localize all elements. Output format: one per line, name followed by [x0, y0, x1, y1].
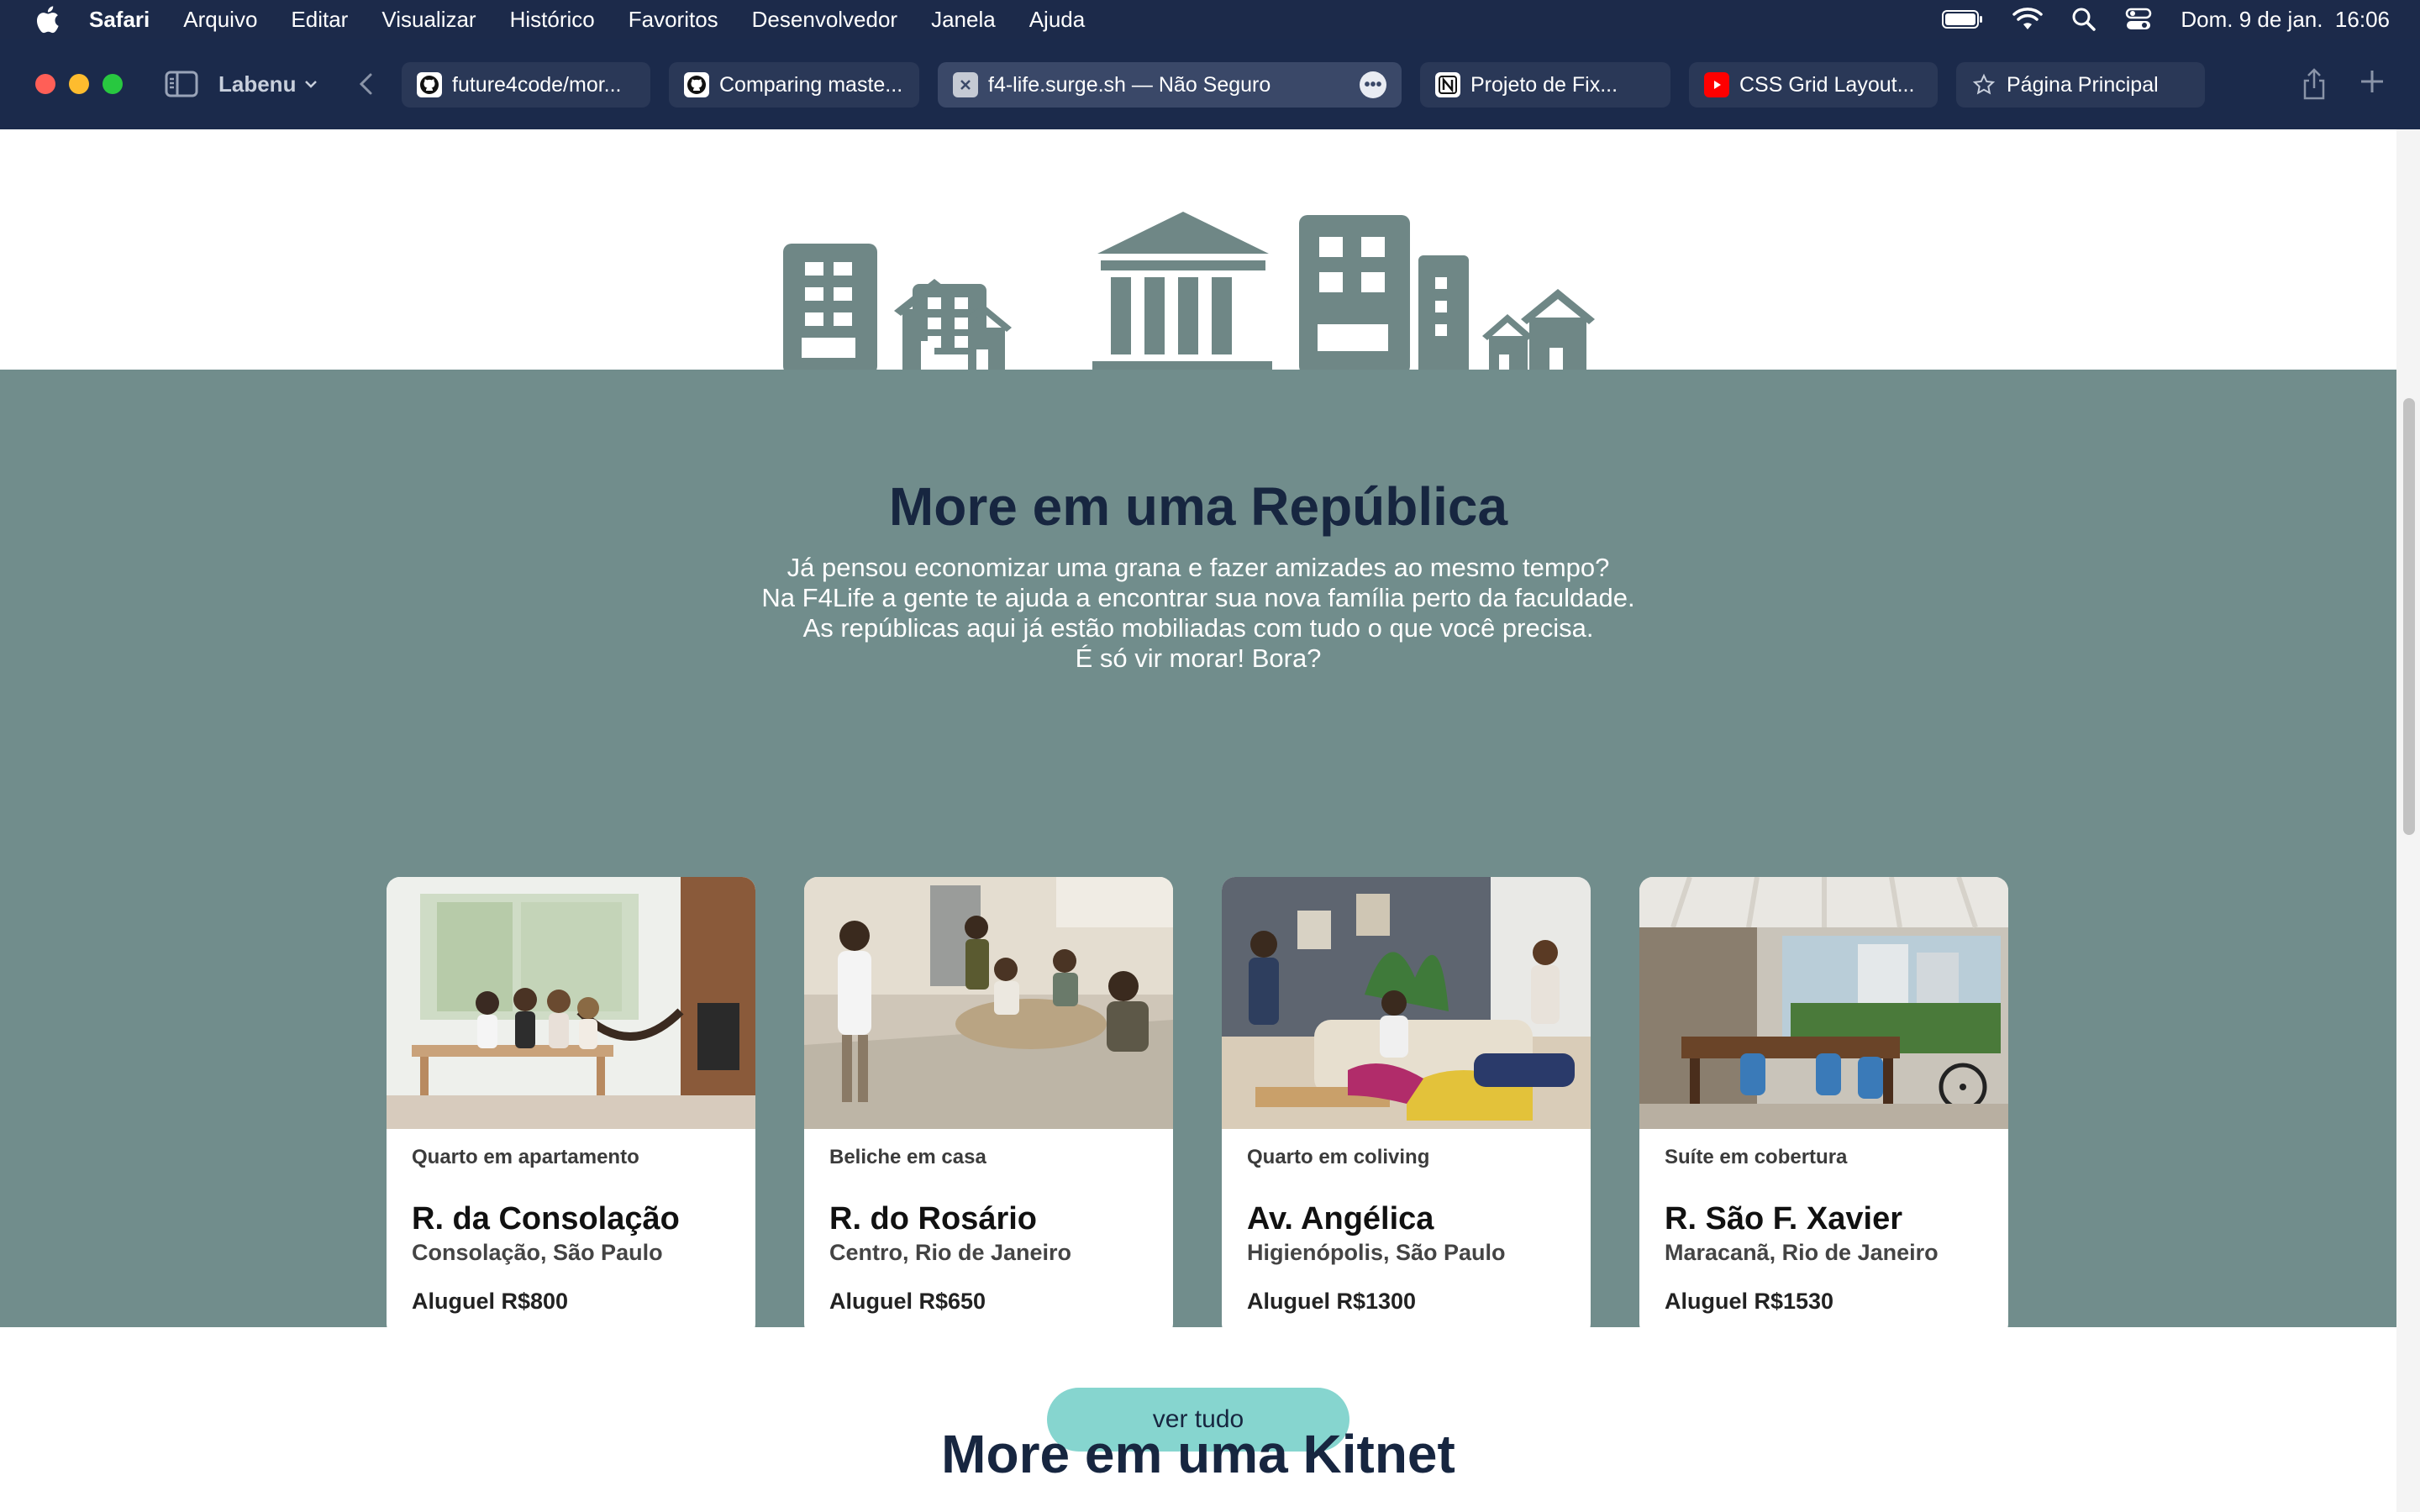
menubar-datetime[interactable]: Dom. 9 de jan. 16:06 — [2181, 7, 2390, 33]
apple-icon[interactable] — [30, 3, 64, 36]
tab-label: f4-life.surge.sh — Não Seguro — [988, 72, 1271, 97]
listing-area: Higienópolis, São Paulo — [1247, 1240, 1506, 1265]
listing-rent: Aluguel R$1300 — [1247, 1289, 1417, 1314]
sidebar-toggle-icon[interactable] — [165, 71, 198, 97]
minimize-window-button[interactable] — [69, 74, 89, 94]
back-arrow-icon[interactable] — [355, 71, 380, 97]
page-scrollbar[interactable] — [2396, 129, 2420, 1512]
browser-toolbar: Labenu future4code/mor... Comparing mast… — [0, 39, 2420, 129]
new-tab-icon[interactable] — [2360, 69, 2385, 94]
description-line: Já pensou economizar uma grana e fazer a… — [786, 553, 1610, 582]
window-controls — [35, 74, 123, 94]
tab-pagina-principal[interactable]: Página Principal — [1956, 62, 2205, 108]
listing-photo — [804, 877, 1173, 1129]
scrollbar-thumb[interactable] — [2403, 398, 2415, 835]
listing-type: Quarto em coliving — [1247, 1146, 1430, 1168]
listing-photo — [387, 877, 755, 1129]
battery-icon[interactable] — [1942, 9, 1984, 29]
control-center-icon[interactable] — [2125, 8, 2152, 31]
city-skyline-illustration — [783, 212, 1595, 375]
description-line: Na F4Life a gente te ajuda a encontrar s… — [761, 583, 1635, 612]
listing-street: Av. Angélica — [1247, 1201, 1434, 1236]
listing-cards: Quarto em apartamento R. da Consolação C… — [387, 877, 2008, 1337]
listing-photo — [1222, 877, 1591, 1129]
tab-label: Projeto de Fix... — [1470, 72, 1618, 97]
chevron-down-icon — [305, 81, 318, 88]
menu-favoritos[interactable]: Favoritos — [629, 7, 718, 33]
tab-comparing[interactable]: Comparing maste... — [669, 62, 919, 108]
description-line: As repúblicas aqui já estão mobiliadas c… — [802, 613, 1594, 643]
menu-app-safari[interactable]: Safari — [89, 7, 150, 33]
more-options-icon[interactable]: ••• — [1360, 71, 1386, 98]
listing-area: Centro, Rio de Janeiro — [829, 1240, 1072, 1265]
listing-card[interactable]: Quarto em apartamento R. da Consolação C… — [387, 877, 755, 1337]
menu-historico[interactable]: Histórico — [510, 7, 595, 33]
tab-label: future4code/mor... — [452, 72, 622, 97]
wifi-icon[interactable] — [2012, 8, 2044, 31]
menu-janela[interactable]: Janela — [931, 7, 996, 33]
menu-visualizar[interactable]: Visualizar — [381, 7, 476, 33]
listing-card[interactable]: Quarto em coliving Av. Angélica Higienóp… — [1222, 877, 1591, 1337]
zoom-window-button[interactable] — [103, 74, 123, 94]
listing-area: Consolação, São Paulo — [412, 1240, 663, 1265]
tab-projeto-de-fix[interactable]: Projeto de Fix... — [1420, 62, 1670, 108]
tab-css-grid[interactable]: CSS Grid Layout... — [1689, 62, 1938, 108]
web-page: More em uma República Já pensou economiz… — [0, 129, 2396, 1512]
section-description: Já pensou economizar uma grana e fazer a… — [0, 553, 2396, 674]
status-area: Dom. 9 de jan. 16:06 — [1942, 0, 2390, 39]
menu-arquivo[interactable]: Arquivo — [183, 7, 257, 33]
github-icon — [684, 72, 709, 97]
listing-type: Suíte em cobertura — [1665, 1146, 1848, 1168]
tab-label: CSS Grid Layout... — [1739, 72, 1915, 97]
kitnet-section-title: More em uma Kitnet — [941, 1424, 1455, 1484]
menu-desenvolvedor[interactable]: Desenvolvedor — [752, 7, 897, 33]
description-line: É só vir morar! Bora? — [1075, 643, 1322, 673]
notion-icon — [1435, 72, 1460, 97]
listing-photo — [1639, 877, 2008, 1129]
listing-street: R. São F. Xavier — [1665, 1201, 1903, 1236]
listing-card[interactable]: Suíte em cobertura R. São F. Xavier Mara… — [1639, 877, 2008, 1337]
section-title: More em uma República — [888, 476, 1508, 537]
listing-card[interactable]: Beliche em casa R. do Rosário Centro, Ri… — [804, 877, 1173, 1337]
republica-section: More em uma República Já pensou economiz… — [0, 370, 2396, 1452]
menu-editar[interactable]: Editar — [291, 7, 348, 33]
star-icon — [1971, 72, 1996, 97]
tab-bar: future4code/mor... Comparing maste... f4… — [402, 62, 2205, 108]
listing-type: Beliche em casa — [829, 1146, 986, 1168]
share-icon[interactable] — [2301, 67, 2328, 101]
menu-ajuda[interactable]: Ajuda — [1029, 7, 1086, 33]
listing-rent: Aluguel R$800 — [412, 1289, 569, 1314]
tab-future4code[interactable]: future4code/mor... — [402, 62, 650, 108]
listing-street: R. do Rosário — [829, 1201, 1038, 1236]
close-icon[interactable] — [953, 72, 978, 97]
tab-label: Comparing maste... — [719, 72, 903, 97]
search-icon[interactable] — [2071, 7, 2096, 32]
tab-group-selector[interactable]: Labenu — [218, 71, 318, 97]
menu-bar: Safari Arquivo Editar Visualizar Históri… — [0, 0, 2420, 39]
tab-group-label: Labenu — [218, 71, 297, 97]
github-icon — [417, 72, 442, 97]
listing-type: Quarto em apartamento — [412, 1146, 639, 1168]
listing-street: R. da Consolação — [412, 1201, 680, 1236]
listing-area: Maracanã, Rio de Janeiro — [1665, 1240, 1939, 1265]
youtube-icon — [1704, 72, 1729, 97]
tab-label: Página Principal — [2007, 72, 2159, 97]
tab-f4-life[interactable]: f4-life.surge.sh — Não Seguro ••• — [938, 62, 1402, 108]
listing-rent: Aluguel R$1530 — [1665, 1289, 1834, 1314]
close-window-button[interactable] — [35, 74, 55, 94]
listing-rent: Aluguel R$650 — [829, 1289, 986, 1314]
